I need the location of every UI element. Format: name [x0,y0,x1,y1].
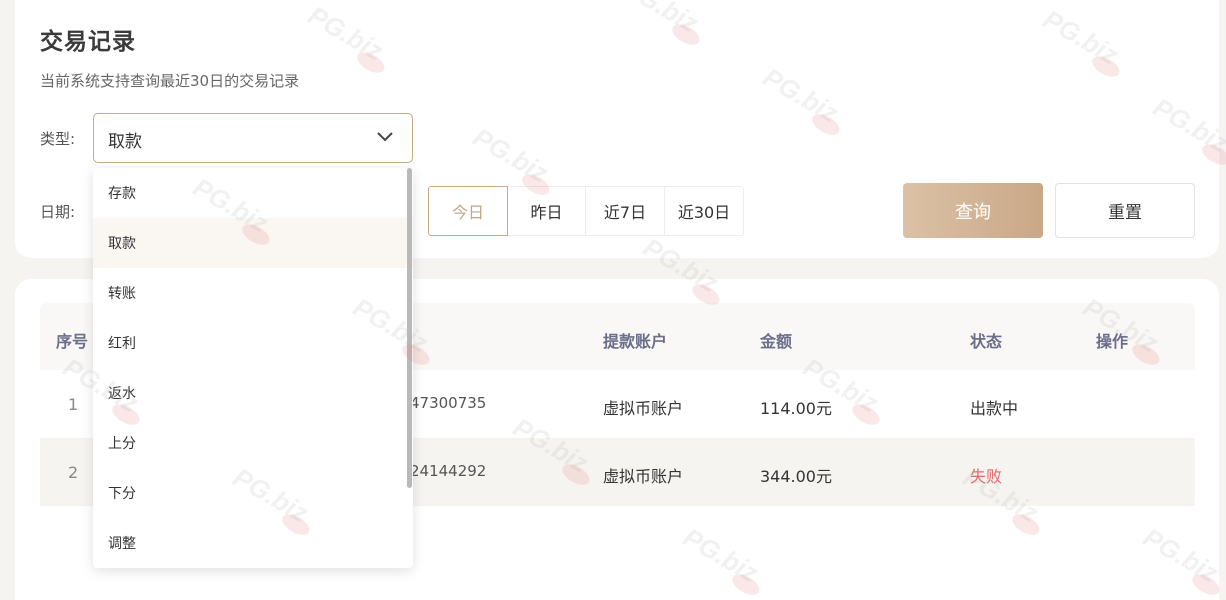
row-account: 虚拟币账户 [603,467,684,486]
column-header-account: 提款账户 [603,332,668,351]
row-order: 47300735 [410,394,487,412]
dropdown-scrollbar[interactable] [407,168,412,488]
range-30days-button[interactable]: 近30日 [665,186,744,236]
dropdown-option-credit[interactable]: 上分 [93,418,413,468]
page-subtitle: 当前系统支持查询最近30日的交易记录 [40,72,300,90]
row-account: 虚拟币账户 [603,399,684,418]
reset-button[interactable]: 重置 [1055,183,1195,238]
type-dropdown-menu: 存款 取款 转账 红利 返水 上分 下分 调整 [93,168,413,568]
query-button[interactable]: 查询 [903,183,1043,238]
row-status: 失败 [970,467,1003,486]
column-header-status: 状态 [970,332,1003,351]
row-amount: 344.00元 [760,467,832,486]
type-select[interactable]: 取款 [93,113,413,163]
row-amount: 114.00元 [760,399,832,418]
row-index: 2 [68,463,79,482]
dropdown-option-withdraw[interactable]: 取款 [93,218,413,268]
dropdown-option-debit[interactable]: 下分 [93,468,413,518]
type-label: 类型: [40,130,76,148]
dropdown-option-deposit[interactable]: 存款 [93,168,413,218]
dropdown-option-transfer[interactable]: 转账 [93,268,413,318]
column-header-amount: 金额 [760,332,793,351]
range-7days-button[interactable]: 近7日 [586,186,665,236]
row-index: 1 [68,395,79,414]
dropdown-option-bonus[interactable]: 红利 [93,318,413,368]
page-title: 交易记录 [40,29,136,55]
row-status: 出款中 [970,399,1019,418]
date-label: 日期: [40,203,76,221]
dropdown-option-rebate[interactable]: 返水 [93,368,413,418]
range-today-button[interactable]: 今日 [428,186,508,236]
type-select-value: 取款 [108,132,142,152]
date-range-group: 今日 昨日 近7日 近30日 [428,186,744,236]
column-header-action: 操作 [1096,332,1129,351]
chevron-down-icon [377,132,393,142]
dropdown-option-adjust[interactable]: 调整 [93,518,413,568]
range-yesterday-button[interactable]: 昨日 [508,186,586,236]
row-order: 24144292 [410,462,487,480]
column-header-index: 序号 [56,332,89,351]
